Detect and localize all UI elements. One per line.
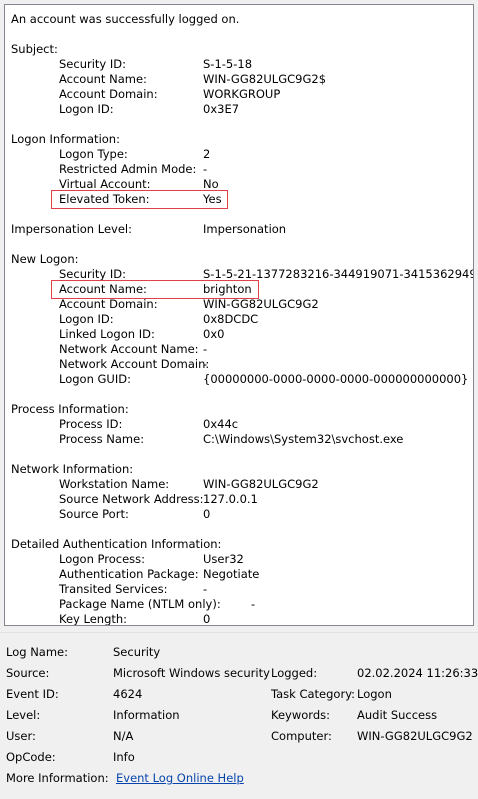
- keywords-label: Keywords:: [271, 708, 330, 722]
- computer-value: WIN-GG82ULGC9G2: [357, 729, 473, 743]
- source-port-value: 0: [203, 507, 211, 521]
- event-log-online-help-link[interactable]: Event Log Online Help: [116, 771, 244, 786]
- level-label: Level:: [6, 708, 41, 722]
- event-description-textbox[interactable]: An account was successfully logged on. S…: [4, 4, 474, 626]
- impersonation-level-value: Impersonation: [203, 222, 287, 236]
- logon-type-label: Logon Type:: [59, 147, 128, 161]
- more-info-label: More Information:: [6, 771, 109, 785]
- process-id-label: Process ID:: [59, 417, 123, 431]
- event-id-label: Event ID:: [6, 687, 59, 701]
- source-network-address-label: Source Network Address:: [59, 492, 204, 506]
- logged-value: 02.02.2024 11:26:33: [357, 666, 478, 680]
- network-account-name-value: -: [203, 342, 208, 356]
- network-account-name-label: Network Account Name:: [59, 342, 199, 356]
- subject-logon-id-label: Logon ID:: [59, 102, 114, 116]
- logon-info-heading: Logon Information:: [11, 132, 120, 146]
- new-logon-account-name-label: Account Name:: [59, 282, 147, 296]
- auth-package-label: Authentication Package:: [59, 567, 199, 581]
- level-value: Information: [113, 708, 180, 722]
- subject-account-domain-value: WORKGROUP: [203, 87, 281, 101]
- workstation-name-label: Workstation Name:: [59, 477, 170, 491]
- logged-label: Logged:: [271, 666, 318, 680]
- subject-account-name-value: WIN-GG82ULGC9G2$: [203, 72, 327, 86]
- subject-account-name-label: Account Name:: [59, 72, 147, 86]
- log-name-label: Log Name:: [6, 645, 68, 659]
- logon-process-value: User32: [203, 552, 244, 566]
- source-label: Source:: [6, 666, 50, 680]
- new-logon-heading: New Logon:: [11, 252, 79, 266]
- computer-label: Computer:: [271, 729, 332, 743]
- source-network-address-value: 127.0.0.1: [203, 492, 258, 506]
- package-name-label: Package Name (NTLM only):: [59, 597, 221, 611]
- key-length-label: Key Length:: [59, 612, 128, 626]
- package-name-value: -: [251, 597, 256, 611]
- elevated-token-label: Elevated Token:: [59, 192, 150, 206]
- subject-logon-id-value: 0x3E7: [203, 102, 240, 116]
- subject-heading: Subject:: [11, 42, 58, 56]
- event-id-value: 4624: [113, 687, 143, 701]
- logon-guid-label: Logon GUID:: [59, 372, 131, 386]
- linked-logon-id-value: 0x0: [203, 327, 225, 341]
- process-name-label: Process Name:: [59, 432, 145, 446]
- process-name-value: C:\Windows\System32\svchost.exe: [203, 432, 404, 446]
- transited-services-value: -: [203, 582, 208, 596]
- new-logon-account-domain-label: Account Domain:: [59, 297, 158, 311]
- new-logon-account-name-value: brighton: [203, 282, 252, 296]
- task-category-value: Logon: [357, 687, 392, 701]
- log-name-value: Security: [113, 645, 161, 659]
- network-info-heading: Network Information:: [11, 462, 134, 476]
- opcode-label: OpCode:: [6, 750, 56, 764]
- logon-guid-value: {00000000-0000-0000-0000-000000000000}: [203, 372, 469, 386]
- new-logon-logon-id-value: 0x8DCDC: [203, 312, 259, 326]
- source-port-label: Source Port:: [59, 507, 129, 521]
- description-header: An account was successfully logged on.: [11, 12, 240, 26]
- details-divider: [0, 632, 478, 633]
- transited-services-label: Transited Services:: [59, 582, 168, 596]
- user-label: User:: [6, 729, 36, 743]
- process-info-heading: Process Information:: [11, 402, 129, 416]
- restricted-admin-label: Restricted Admin Mode:: [59, 162, 197, 176]
- linked-logon-id-label: Linked Logon ID:: [59, 327, 155, 341]
- opcode-value: Info: [113, 750, 135, 764]
- keywords-value: Audit Success: [357, 708, 438, 722]
- auth-package-value: Negotiate: [203, 567, 260, 581]
- logon-process-label: Logon Process:: [59, 552, 146, 566]
- auth-info-heading: Detailed Authentication Information:: [11, 537, 222, 551]
- network-account-domain-label: Network Account Domain:: [59, 357, 210, 371]
- network-account-domain-value: -: [203, 357, 208, 371]
- task-category-label: Task Category:: [271, 687, 356, 701]
- subject-security-id-value: S-1-5-18: [203, 57, 253, 71]
- new-logon-account-domain-value: WIN-GG82ULGC9G2: [203, 297, 319, 311]
- logon-type-value: 2: [203, 147, 211, 161]
- new-logon-logon-id-label: Logon ID:: [59, 312, 114, 326]
- key-length-value: 0: [203, 612, 211, 626]
- subject-security-id-label: Security ID:: [59, 57, 127, 71]
- process-id-value: 0x44c: [203, 417, 239, 431]
- impersonation-level-label: Impersonation Level:: [11, 222, 132, 236]
- elevated-token-value: Yes: [203, 192, 222, 206]
- restricted-admin-value: -: [203, 162, 208, 176]
- source-value: Microsoft Windows security: [113, 666, 270, 680]
- subject-account-domain-label: Account Domain:: [59, 87, 158, 101]
- user-value: N/A: [113, 729, 134, 743]
- workstation-name-value: WIN-GG82ULGC9G2: [203, 477, 319, 491]
